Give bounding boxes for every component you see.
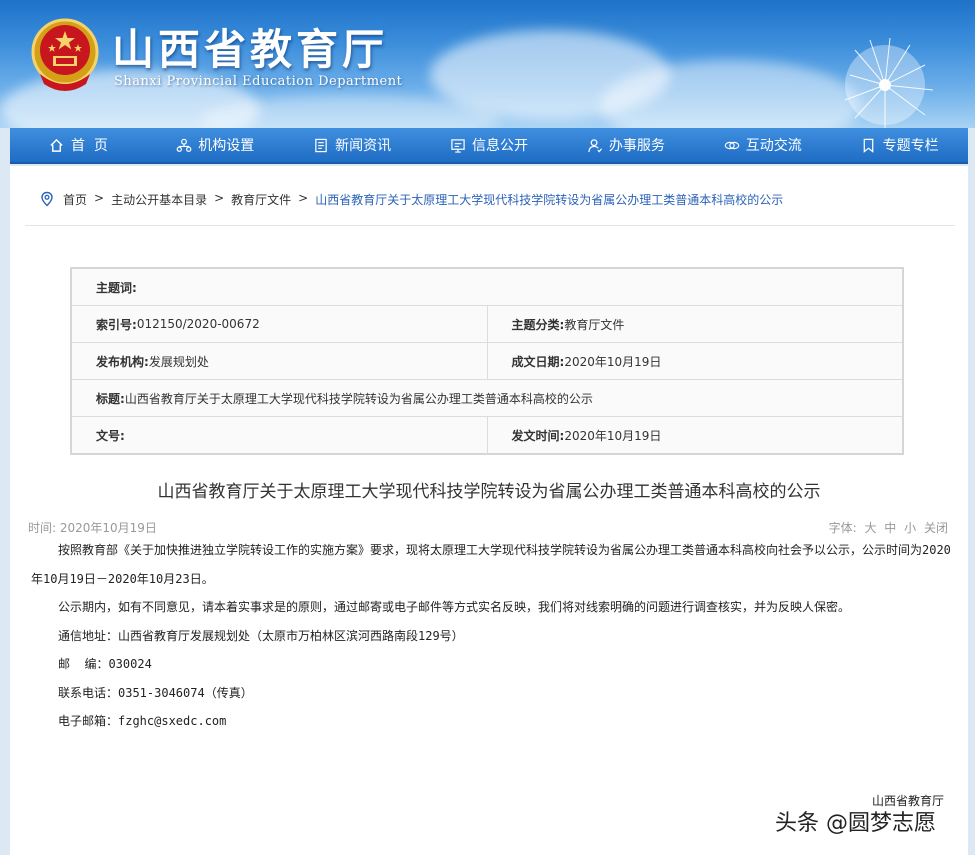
meta-row: 发布机构: 发展规划处 成文日期: 2020年10月19日 [72,343,902,380]
meta-cell-publisher: 发布机构: 发展规划处 [72,343,487,379]
meta-value: 012150/2020-00672 [136,317,260,331]
home-icon [49,137,65,153]
breadcrumb-home-link[interactable]: 首页 [63,191,87,208]
meta-cell-index-no: 索引号: 012150/2020-00672 [72,306,487,342]
meta-value: 发展规划处 [148,354,209,369]
article-body: 按照教育部《关于加快推进独立学院转设工作的实施方案》要求，现将太原理工大学现代科… [31,536,951,736]
nav-label: 办事服务 [608,138,665,154]
nav-label: 信息公开 [472,138,528,154]
close-button[interactable]: 关闭 [924,521,948,535]
article-paragraph: 按照教育部《关于加快推进独立学院转设工作的实施方案》要求，现将太原理工大学现代科… [31,543,951,586]
meta-row: 索引号: 012150/2020-00672 主题分类: 教育厅文件 [72,306,902,343]
breadcrumb-separator: > [298,191,309,205]
document-meta-table: 主题词: 索引号: 012150/2020-00672 主题分类: 教育厅文件 … [70,267,904,455]
font-size-control: 字体: 大 中 小 关闭 [825,519,948,536]
nav-label: 互动交流 [745,138,802,154]
main-nav: 首 页 机构设置 新闻资讯 信息公开 办事服务 互动交流 专题专栏 [10,128,968,164]
meta-row: 标题: 山西省教育厅关于太原理工大学现代科技学院转设为省属公办理工类普通本科高校… [72,380,902,417]
breadcrumb-catalog-link[interactable]: 主动公开基本目录 [111,191,207,208]
breadcrumb-documents-link[interactable]: 教育厅文件 [231,191,291,208]
article-title: 山西省教育厅关于太原理工大学现代科技学院转设为省属公办理工类普通本科高校的公示 [157,482,821,502]
location-pin-icon [41,191,53,207]
font-medium-button[interactable]: 中 [884,521,896,535]
article-time: 时间: 2020年10月19日 [28,521,157,535]
chat-icon [724,137,740,153]
national-emblem-icon [31,18,99,91]
meta-key: 发文时间: [511,429,565,443]
nav-label: 机构设置 [198,138,255,154]
meta-cell-title: 标题: 山西省教育厅关于太原理工大学现代科技学院转设为省属公办理工类普通本科高校… [72,380,902,416]
article-paragraph: 公示期内，如有不同意见，请本着实事求是的原则，通过邮寄或电子邮件等方式实名反映，… [58,600,851,614]
meta-cell-subject-words: 主题词: [72,269,902,305]
font-small-button[interactable]: 小 [904,521,916,535]
meta-cell-publish-time: 发文时间: 2020年10月19日 [486,417,903,454]
contact-address: 通信地址：山西省教育厅发展规划处（太原市万柏林区滨河西路南段129号） [58,628,464,643]
contact-email[interactable]: 电子邮箱：fzghc@sxedc.com [31,707,951,736]
nav-item-service[interactable]: 办事服务 [557,128,694,162]
meta-cell-written-date: 成文日期: 2020年10月19日 [486,343,903,379]
service-icon [587,137,603,153]
news-icon [313,137,329,153]
nav-item-organization[interactable]: 机构设置 [147,128,284,162]
meta-cell-subject-class: 主题分类: 教育厅文件 [486,306,903,342]
meta-value: 2020年10月19日 [564,354,662,369]
nav-item-interaction[interactable]: 互动交流 [694,128,831,162]
dandelion-decoration-icon [844,37,934,128]
meta-value: 教育厅文件 [564,317,625,332]
contact-phone: 联系电话：0351-3046074（传真） [58,685,253,700]
meta-key: 发布机构: [96,354,149,369]
meta-key: 主题分类: [511,317,565,332]
meta-key: 索引号: [96,317,137,332]
watermark-text: 头条 @圆梦志愿 [775,811,936,836]
nav-item-info[interactable]: 信息公开 [421,128,558,162]
breadcrumb-current[interactable]: 山西省教育厅关于太原理工大学现代科技学院转设为省属公办理工类普通本科高校的公示 [315,191,783,208]
meta-cell-doc-no: 文号: [72,417,487,454]
meta-key: 成文日期: [511,354,565,369]
meta-value: 山西省教育厅关于太原理工大学现代科技学院转设为省属公办理工类普通本科高校的公示 [124,391,593,406]
site-subtitle: Shanxi Provincial Education Department [114,74,403,89]
font-large-button[interactable]: 大 [864,521,876,535]
org-chart-icon [176,137,192,153]
meta-key: 文号: [96,429,125,443]
meta-value: 2020年10月19日 [564,429,662,443]
content-panel: 首页 > 主动公开基本目录 > 教育厅文件 > 山西省教育厅关于太原理工大学现代… [10,166,968,855]
contact-postcode: 邮 编：030024 [58,657,152,671]
bookmark-icon [861,137,877,153]
site-title: 山西省教育厅 [112,25,389,74]
nav-item-news[interactable]: 新闻资讯 [284,128,421,162]
nav-label: 新闻资讯 [335,138,392,154]
breadcrumb: 首页 > 主动公开基本目录 > 教育厅文件 > 山西省教育厅关于太原理工大学现代… [25,186,955,226]
breadcrumb-separator: > [214,191,225,205]
meta-row: 主题词: [72,269,902,306]
meta-key: 标题: [96,391,125,406]
breadcrumb-separator: > [94,191,105,205]
nav-label: 首 页 [70,138,108,154]
meta-key: 主题词: [96,280,137,295]
nav-label: 专题专栏 [882,138,939,154]
nav-item-home[interactable]: 首 页 [10,128,147,162]
site-banner: 山西省教育厅 Shanxi Provincial Education Depar… [0,0,975,128]
font-size-label: 字体: [828,521,857,535]
nav-item-special[interactable]: 专题专栏 [831,128,968,162]
meta-row: 文号: 发文时间: 2020年10月19日 [72,417,902,454]
info-icon [450,137,466,153]
